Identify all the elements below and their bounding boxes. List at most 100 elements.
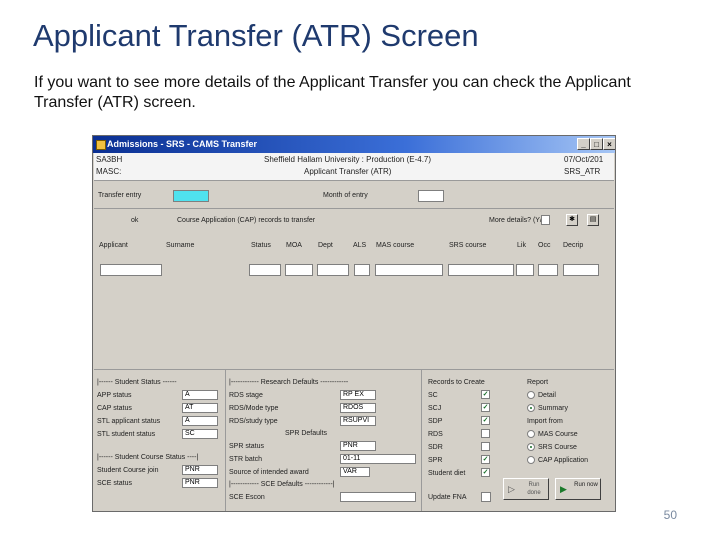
divider	[94, 369, 614, 370]
divider	[421, 369, 422, 511]
report-summary-radio[interactable]	[527, 404, 535, 412]
record-sdp-label: SDP	[428, 418, 443, 425]
rds-stage-label: RDS stage	[229, 392, 263, 399]
stl-student-status-label: STL student status	[97, 431, 156, 438]
import-cap-application-radio[interactable]	[527, 456, 535, 464]
rds-study-type-label: RDS/study type	[229, 418, 278, 425]
report-detail-radio[interactable]	[527, 391, 535, 399]
run-done-button[interactable]: ▷ Run done	[503, 478, 549, 500]
page-number: 50	[663, 508, 677, 522]
column-header: Decrip	[563, 242, 584, 249]
header-date: 07/Oct/201	[564, 155, 604, 164]
sce-defaults-heading: |------------ SCE Defaults ------------|	[229, 481, 335, 488]
screen-header: SA3BH MASC: Sheffield Hallam University …	[94, 153, 614, 181]
lik-input[interactable]	[516, 264, 534, 276]
records-to-transfer-label: Course Application (CAP) records to tran…	[177, 217, 316, 224]
moa-input[interactable]	[285, 264, 313, 276]
record-scj-label: SCJ	[428, 405, 442, 412]
record-sc-label: SC	[428, 392, 438, 399]
intended-award-label: Source of intended award	[229, 469, 309, 476]
rds-mode-type-label: RDS/Mode type	[229, 405, 279, 412]
column-header: Applicant	[99, 242, 128, 249]
occ-input[interactable]	[538, 264, 558, 276]
minimize-icon[interactable]: _	[577, 138, 590, 150]
header-user: SA3BH	[96, 155, 123, 164]
rds-study-type-input[interactable]: RSUPVI	[340, 416, 376, 426]
sce-escon-label: SCE Escon	[229, 494, 265, 501]
status-input[interactable]	[249, 264, 281, 276]
description-text: If you want to see more details of the A…	[34, 74, 631, 111]
record-sdp-checkbox[interactable]: ✓	[481, 416, 490, 425]
applicant-input[interactable]	[100, 264, 162, 276]
header-module: MASC:	[96, 167, 122, 176]
transfer-entry-label: Transfer entry	[98, 192, 142, 199]
descrip-input[interactable]	[563, 264, 599, 276]
search-icon[interactable]: ✱	[566, 214, 578, 226]
run-now-button[interactable]: ▶ Run now	[555, 478, 601, 500]
atr-window: Admissions - SRS - CAMS Transfer _ □ × S…	[92, 135, 616, 512]
column-header: Lik	[517, 242, 526, 249]
als-input[interactable]	[354, 264, 370, 276]
divider	[94, 208, 614, 209]
column-header: MAS course	[376, 242, 415, 249]
rds-mode-type-input[interactable]: RDOS	[340, 403, 376, 413]
stl-applicant-status-label: STL applicant status	[97, 418, 161, 425]
column-header: Surname	[166, 242, 195, 249]
import-mas-course-label: MAS Course	[538, 431, 578, 438]
app-status-label: APP status	[97, 392, 132, 399]
cap-status-input[interactable]: AT	[182, 403, 218, 413]
research-defaults-heading: |------------ Research Defaults --------…	[229, 379, 349, 386]
column-header: Dept	[318, 242, 333, 249]
update-fna-input[interactable]	[481, 492, 491, 502]
sce-escon-input[interactable]	[340, 492, 416, 502]
header-institution: Sheffield Hallam University : Production…	[264, 155, 432, 164]
str-batch-label: STR batch	[229, 456, 263, 463]
sce-status-input[interactable]: PNR	[182, 478, 218, 488]
window-titlebar[interactable]: Admissions - SRS - CAMS Transfer _ □ ×	[93, 136, 615, 153]
more-details-input[interactable]	[541, 215, 550, 225]
record-sdr-checkbox[interactable]	[481, 442, 490, 451]
rds-stage-input[interactable]: RP EX	[340, 390, 376, 400]
record-sdr-label: SDR	[428, 444, 443, 451]
record-spr-checkbox[interactable]: ✓	[481, 455, 490, 464]
spr-status-input[interactable]: PNR	[340, 441, 376, 451]
records-to-create-heading: Records to Create	[428, 379, 485, 386]
record-student-diet-label: Student diet	[428, 470, 466, 477]
close-icon[interactable]: ×	[603, 138, 615, 150]
record-rds-label: RDS	[428, 431, 443, 438]
student-course-join-input[interactable]: PNR	[182, 465, 218, 475]
dept-input[interactable]	[317, 264, 349, 276]
student-status-heading: |------ Student Status ------	[97, 379, 177, 386]
header-screen-code: SRS_ATR	[564, 167, 601, 176]
ok-label: ok	[131, 217, 139, 224]
app-icon	[96, 140, 106, 150]
import-srs-course-radio[interactable]	[527, 443, 535, 451]
folder-icon[interactable]: ▤	[587, 214, 599, 226]
sce-status-label: SCE status	[97, 480, 133, 487]
course-status-heading: |------ Student Course Status ----|	[97, 454, 199, 461]
mas-course-input[interactable]	[375, 264, 443, 276]
spr-status-label: SPR status	[229, 443, 265, 450]
report-detail-label: Detail	[538, 392, 556, 399]
maximize-icon[interactable]: □	[590, 138, 603, 150]
srs-course-input[interactable]	[448, 264, 514, 276]
record-scj-checkbox[interactable]: ✓	[481, 403, 490, 412]
student-course-join-label: Student Course join	[97, 467, 159, 474]
window-title: Admissions - SRS - CAMS Transfer	[107, 139, 258, 149]
app-status-input[interactable]: A	[182, 390, 218, 400]
record-rds-checkbox[interactable]	[481, 429, 490, 438]
record-sc-checkbox[interactable]: ✓	[481, 390, 490, 399]
arrow-right-icon: ▷	[508, 484, 515, 494]
import-mas-course-radio[interactable]	[527, 430, 535, 438]
cap-status-label: CAP status	[97, 405, 132, 412]
intended-award-input[interactable]: VAR	[340, 467, 370, 477]
column-header: Occ	[538, 242, 551, 249]
transfer-entry-input[interactable]	[173, 190, 209, 202]
spr-defaults-heading: SPR Defaults	[285, 430, 328, 437]
divider	[225, 369, 226, 511]
stl-applicant-status-input[interactable]: A	[182, 416, 218, 426]
stl-student-status-input[interactable]: SC	[182, 429, 218, 439]
str-batch-input[interactable]: 01-11	[340, 454, 416, 464]
month-of-entry-input[interactable]	[418, 190, 444, 202]
record-student-diet-checkbox[interactable]: ✓	[481, 468, 490, 477]
